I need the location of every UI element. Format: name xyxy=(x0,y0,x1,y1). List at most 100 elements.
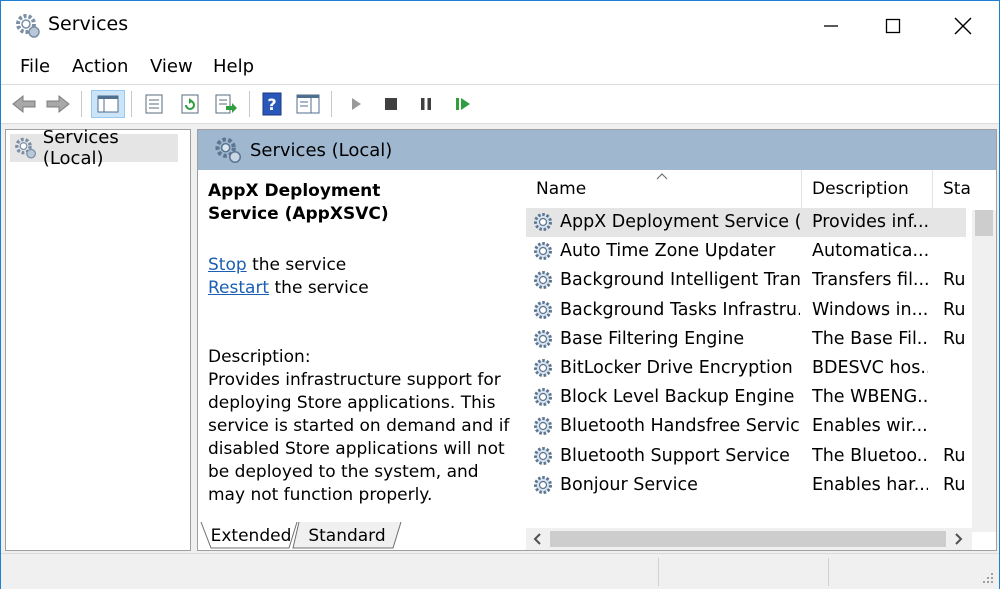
help-button[interactable]: ? xyxy=(258,90,286,118)
service-gear-icon xyxy=(534,300,552,319)
pane-header-title: Services (Local) xyxy=(250,139,393,161)
table-row[interactable]: Block Level Backup Engine ... The WBENG..… xyxy=(526,383,966,412)
selected-service-name: AppX Deployment Service (AppXSVC) xyxy=(208,181,389,224)
service-gear-icon xyxy=(534,271,552,290)
show-hide-console-tree-button[interactable] xyxy=(91,90,125,118)
service-status-cell: Ru xyxy=(943,445,966,466)
table-row[interactable]: Bonjour Service Enables har... Ru xyxy=(526,471,966,500)
properties-button[interactable] xyxy=(140,90,168,118)
tab-extended[interactable]: Extended xyxy=(211,522,292,550)
stop-service-button[interactable] xyxy=(377,90,405,118)
console-tree-icon xyxy=(97,95,119,113)
back-arrow-icon xyxy=(12,94,36,114)
maximize-button[interactable] xyxy=(861,1,925,51)
toolbar-separator xyxy=(81,91,82,117)
action-pane-icon xyxy=(296,94,320,114)
service-gear-icon xyxy=(534,242,552,261)
restart-link-suffix: the service xyxy=(274,278,369,298)
menu-file[interactable]: File xyxy=(20,56,50,77)
service-description-cell: The WBENG... xyxy=(812,387,928,408)
table-row[interactable]: Background Intelligent Tran... Transfers … xyxy=(526,266,966,295)
status-divider xyxy=(658,558,659,586)
column-header-description[interactable]: Description xyxy=(802,170,933,208)
menu-bar: File Action View Help xyxy=(1,51,999,85)
service-description-cell: Windows in... xyxy=(812,299,928,320)
table-row[interactable]: Bluetooth Handsfree Service Enables wir..… xyxy=(526,412,966,441)
status-bar xyxy=(1,553,999,589)
export-list-icon xyxy=(215,94,237,114)
table-row[interactable]: AppX Deployment Service (... Provides inf… xyxy=(526,208,966,237)
stop-service-link[interactable]: Stop xyxy=(208,255,247,275)
pause-icon xyxy=(421,98,431,110)
table-row[interactable]: Background Tasks Infrastru... Windows in.… xyxy=(526,296,966,325)
tree-item-services-local[interactable]: Services (Local) xyxy=(10,127,178,169)
service-name-cell: Auto Time Zone Updater xyxy=(560,241,776,262)
service-status-cell: Ru xyxy=(943,474,966,495)
show-action-pane-button[interactable] xyxy=(294,90,322,118)
help-icon: ? xyxy=(262,92,282,116)
service-status-cell: Ru xyxy=(943,328,966,349)
vertical-scrollbar[interactable] xyxy=(972,210,996,532)
table-row[interactable]: BitLocker Drive Encryption ... BDESVC hos… xyxy=(526,354,966,383)
svg-text:?: ? xyxy=(267,95,276,114)
menu-view[interactable]: View xyxy=(150,56,193,77)
start-service-button[interactable] xyxy=(342,90,370,118)
menu-action[interactable]: Action xyxy=(72,56,128,77)
export-list-button[interactable] xyxy=(212,90,240,118)
service-status-cell: Ru xyxy=(943,270,966,291)
tree-item-label: Services (Local) xyxy=(42,127,119,169)
refresh-icon xyxy=(181,94,199,114)
back-button[interactable] xyxy=(10,90,38,118)
toolbar-separator xyxy=(331,91,332,117)
minimize-icon xyxy=(824,25,838,27)
vertical-scroll-thumb[interactable] xyxy=(975,210,993,236)
column-header-name[interactable]: Name xyxy=(526,170,802,208)
service-gear-icon xyxy=(534,213,552,231)
tab-standard[interactable]: Standard xyxy=(301,522,393,550)
service-name-cell: Bluetooth Handsfree Service xyxy=(560,416,800,437)
service-gear-icon xyxy=(534,446,552,465)
service-description-cell: The Base Fil... xyxy=(812,328,928,349)
resize-grip-icon[interactable] xyxy=(981,571,995,585)
forward-button[interactable] xyxy=(44,90,72,118)
service-description-cell: Transfers fil... xyxy=(812,270,928,291)
restart-icon xyxy=(456,98,470,110)
services-gear-icon xyxy=(15,137,36,159)
service-detail-panel: AppX Deployment Service (AppXSVC) Stop t… xyxy=(208,180,524,507)
service-name-cell: Block Level Backup Engine ... xyxy=(560,387,800,408)
stop-icon xyxy=(385,98,397,110)
forward-arrow-icon xyxy=(46,94,70,114)
service-description-cell: Provides inf... xyxy=(812,212,928,232)
table-row[interactable]: Base Filtering Engine The Base Fil... Ru xyxy=(526,325,966,354)
column-header-status[interactable]: Sta xyxy=(933,170,973,208)
service-description-cell: BDESVC hos... xyxy=(812,358,928,378)
service-gear-icon xyxy=(534,329,552,348)
stop-link-suffix: the service xyxy=(252,255,347,275)
service-description-cell: Enables wir... xyxy=(812,416,928,437)
table-row[interactable]: Auto Time Zone Updater Automatica... xyxy=(526,237,966,266)
services-gear-icon xyxy=(215,137,242,164)
service-status-cell: Ru xyxy=(943,299,966,320)
minimize-button[interactable] xyxy=(799,1,863,51)
services-window: Services File Action View Help ? Service… xyxy=(0,0,1000,589)
restart-service-link[interactable]: Restart xyxy=(208,278,269,298)
service-description-cell: Enables har... xyxy=(812,474,928,495)
window-title: Services xyxy=(48,13,129,35)
refresh-button[interactable] xyxy=(176,90,204,118)
services-list: Name Description Sta AppX Deployment Ser… xyxy=(526,170,996,550)
service-name-cell: Base Filtering Engine xyxy=(560,328,745,349)
service-gear-icon xyxy=(534,388,552,407)
restart-service-button[interactable] xyxy=(449,90,477,118)
service-gear-icon xyxy=(534,417,552,436)
pane-header: Services (Local) xyxy=(198,130,996,170)
title-bar[interactable]: Services xyxy=(1,1,999,52)
play-icon xyxy=(352,98,361,110)
pause-service-button[interactable] xyxy=(412,90,440,118)
toolbar: ? xyxy=(1,85,999,124)
menu-help[interactable]: Help xyxy=(213,56,254,77)
close-button[interactable] xyxy=(931,1,995,51)
table-row[interactable]: Bluetooth Support Service The Bluetoo... R… xyxy=(526,442,966,471)
description-text: Provides infrastructure support for depl… xyxy=(208,370,510,505)
maximize-icon xyxy=(885,18,901,34)
properties-icon xyxy=(145,94,163,114)
